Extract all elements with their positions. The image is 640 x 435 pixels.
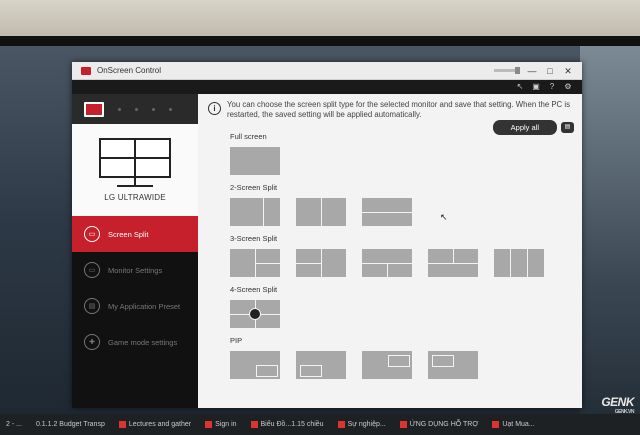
- monitor-bezel: [0, 36, 640, 46]
- gear-icon[interactable]: ⚙: [564, 83, 572, 91]
- section-4-screen: 4-Screen Split: [230, 285, 280, 328]
- taskbar-item[interactable]: Lectures and gather: [118, 421, 191, 428]
- help-icon[interactable]: ?: [548, 83, 556, 91]
- rotate-icon[interactable]: [249, 308, 261, 320]
- gamepad-icon: ✚: [84, 334, 100, 350]
- split-preview-icon: [99, 138, 171, 178]
- taskbar-item[interactable]: Sign in: [205, 421, 237, 428]
- restore-button[interactable]: □: [544, 66, 556, 76]
- minimize-button[interactable]: —: [526, 66, 538, 76]
- section-pip: PIP: [230, 336, 478, 379]
- mouse-cursor-icon: ↖: [440, 212, 448, 222]
- monitor-dot[interactable]: [118, 107, 121, 111]
- section-3-screen: 3-Screen Split: [230, 234, 544, 277]
- app-logo-icon: [81, 66, 91, 75]
- sidebar-item-app-preset[interactable]: ▤ My Application Preset: [72, 288, 198, 324]
- title-bar: OnScreen Control — □ ✕: [72, 62, 582, 80]
- taskbar-item[interactable]: Uạt Mua...: [492, 421, 535, 428]
- taskbar-item[interactable]: 2 - ...: [6, 421, 22, 428]
- watermark-logo: GENK GENK.VN: [601, 395, 634, 415]
- sidebar: LG ULTRAWIDE ▭ Screen Split ▭ Monitor Se…: [72, 94, 198, 408]
- selected-monitor-icon[interactable]: [84, 101, 104, 117]
- sidebar-item-screen-split[interactable]: ▭ Screen Split: [72, 216, 198, 252]
- sidebar-item-game-mode[interactable]: ✚ Game mode settings: [72, 324, 198, 360]
- app-preset-icon: ▤: [84, 298, 100, 314]
- window-title: OnScreen Control: [97, 66, 162, 75]
- background-wall: [0, 0, 640, 40]
- monitor-dot[interactable]: [135, 107, 138, 111]
- layout-pip-top-left[interactable]: [428, 351, 478, 379]
- sidebar-item-label: Screen Split: [108, 229, 149, 239]
- taskbar-item[interactable]: 0.1.1.2 Budget Transp: [36, 421, 105, 428]
- section-label: 2-Screen Split: [230, 183, 278, 192]
- layout-2-split-equal[interactable]: [296, 198, 346, 226]
- sidebar-item-label: Monitor Settings: [108, 265, 163, 275]
- section-label: 3-Screen Split: [230, 234, 278, 243]
- layout-3-split-c[interactable]: [362, 249, 412, 277]
- monitor-dot[interactable]: [169, 107, 172, 111]
- pointer-icon[interactable]: ↖: [516, 83, 524, 91]
- monitor-model: LG ULTRAWIDE: [104, 193, 166, 202]
- layout-2-split-horizontal[interactable]: [362, 198, 412, 226]
- section-label: Full screen: [230, 132, 267, 141]
- layout-pip-top-right[interactable]: [362, 351, 412, 379]
- sidebar-item-label: Game mode settings: [108, 337, 178, 347]
- taskbar: 2 - ... 0.1.1.2 Budget Transp Lectures a…: [0, 414, 640, 435]
- info-text: You can choose the screen split type for…: [227, 100, 570, 119]
- apply-monitors-icon[interactable]: ▤: [561, 122, 574, 133]
- layout-4-split[interactable]: [230, 300, 280, 328]
- monitor-dot[interactable]: [152, 107, 155, 111]
- toolbar: ↖ ▣ ? ⚙: [72, 80, 582, 94]
- layout-pip-bottom-left[interactable]: [296, 351, 346, 379]
- monitor-preview: LG ULTRAWIDE: [72, 124, 198, 216]
- monitor-settings-icon: ▭: [84, 262, 100, 278]
- sidebar-item-label: My Application Preset: [108, 301, 181, 311]
- apply-all-button[interactable]: Apply all: [492, 120, 557, 135]
- onscreen-control-window: OnScreen Control — □ ✕ ↖ ▣ ? ⚙ LG ULTRAW…: [72, 62, 582, 408]
- section-label: PIP: [230, 336, 243, 345]
- layout-3-split-e[interactable]: [494, 249, 544, 277]
- close-button[interactable]: ✕: [562, 66, 574, 76]
- section-full-screen: Full screen: [230, 132, 280, 175]
- info-message: i You can choose the screen split type f…: [198, 94, 582, 119]
- layout-3-split-a[interactable]: [230, 249, 280, 277]
- layout-3-split-d[interactable]: [428, 249, 478, 277]
- screen-split-icon: ▭: [84, 226, 100, 242]
- layout-3-split-b[interactable]: [296, 249, 346, 277]
- layout-2-split-wide-left[interactable]: [230, 198, 280, 226]
- section-2-screen: 2-Screen Split: [230, 183, 412, 226]
- info-icon: i: [208, 102, 221, 115]
- layout-full-screen[interactable]: [230, 147, 280, 175]
- monitor-selector[interactable]: [72, 94, 198, 124]
- sidebar-item-monitor-settings[interactable]: ▭ Monitor Settings: [72, 252, 198, 288]
- opacity-slider[interactable]: [494, 67, 520, 74]
- main-panel: i You can choose the screen split type f…: [198, 94, 582, 408]
- taskbar-item[interactable]: ỨNG DỤNG HỖ TRỢ: [399, 421, 478, 428]
- monitor-icon[interactable]: ▣: [532, 83, 540, 91]
- taskbar-item[interactable]: Biểu Đồ...1.15 chiều: [250, 421, 324, 428]
- section-label: 4-Screen Split: [230, 285, 278, 294]
- desktop-wallpaper-right: [580, 46, 640, 435]
- taskbar-item[interactable]: Sự nghiệp...: [337, 421, 386, 428]
- layout-pip-bottom-right[interactable]: [230, 351, 280, 379]
